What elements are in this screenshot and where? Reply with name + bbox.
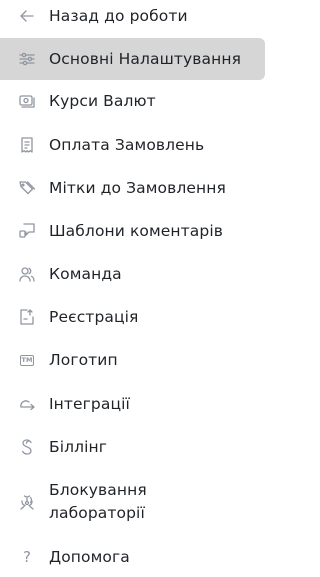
sliders-icon xyxy=(18,50,36,68)
question-icon: ? xyxy=(18,548,36,566)
billing-icon xyxy=(18,438,36,456)
menu-item-back-to-work[interactable]: Назад до роботи xyxy=(0,1,265,31)
registration-icon xyxy=(18,308,36,326)
menu-item-label: Мітки до Замовлення xyxy=(49,179,226,197)
menu-item-order-tags[interactable]: Мітки до Замовлення xyxy=(0,173,265,203)
settings-sidebar-menu: Назад до роботи Основні Налаштування Кур… xyxy=(0,0,288,577)
menu-item-help[interactable]: ? Допомога xyxy=(0,542,265,572)
receipt-icon xyxy=(18,136,36,154)
menu-item-label: Реєстрація xyxy=(49,308,139,326)
menu-item-label: Оплата Замовлень xyxy=(49,136,205,154)
menu-item-currency-rates[interactable]: Курси Валют xyxy=(0,86,265,116)
menu-item-label: Назад до роботи xyxy=(49,7,188,25)
comment-template-icon xyxy=(18,222,36,240)
menu-item-label: Курси Валют xyxy=(49,92,156,110)
menu-item-team[interactable]: Команда xyxy=(0,259,265,289)
menu-item-label: Шаблони коментарів xyxy=(49,222,223,240)
menu-item-integrations[interactable]: Інтеграції xyxy=(0,389,265,419)
trademark-icon-text: TM xyxy=(19,354,35,366)
menu-item-label: Основні Налаштування xyxy=(49,50,242,68)
biohazard-icon xyxy=(18,493,36,511)
menu-item-label: Команда xyxy=(49,265,122,283)
menu-item-lab-blocking[interactable]: Блокування лабораторії xyxy=(0,477,265,527)
menu-item-logo[interactable]: TM Логотип xyxy=(0,345,265,375)
currency-icon xyxy=(18,92,36,110)
menu-item-main-settings[interactable]: Основні Налаштування xyxy=(0,38,265,80)
menu-item-label: Інтеграції xyxy=(49,395,130,413)
menu-item-registration[interactable]: Реєстрація xyxy=(0,302,265,332)
menu-item-label: Блокування лабораторії xyxy=(49,481,147,522)
menu-item-billing[interactable]: Біллінг xyxy=(0,432,265,462)
trademark-icon: TM xyxy=(18,351,36,369)
question-icon-text: ? xyxy=(23,548,31,566)
arrow-left-icon xyxy=(18,7,36,25)
menu-item-order-payment[interactable]: Оплата Замовлень xyxy=(0,130,265,160)
menu-item-comment-templates[interactable]: Шаблони коментарів xyxy=(0,216,265,246)
integration-arrow-icon xyxy=(18,395,36,413)
menu-item-label: Біллінг xyxy=(49,438,108,456)
menu-item-label: Допомога xyxy=(49,548,130,566)
menu-item-label: Логотип xyxy=(49,351,118,369)
team-icon xyxy=(18,265,36,283)
tags-icon xyxy=(18,179,36,197)
